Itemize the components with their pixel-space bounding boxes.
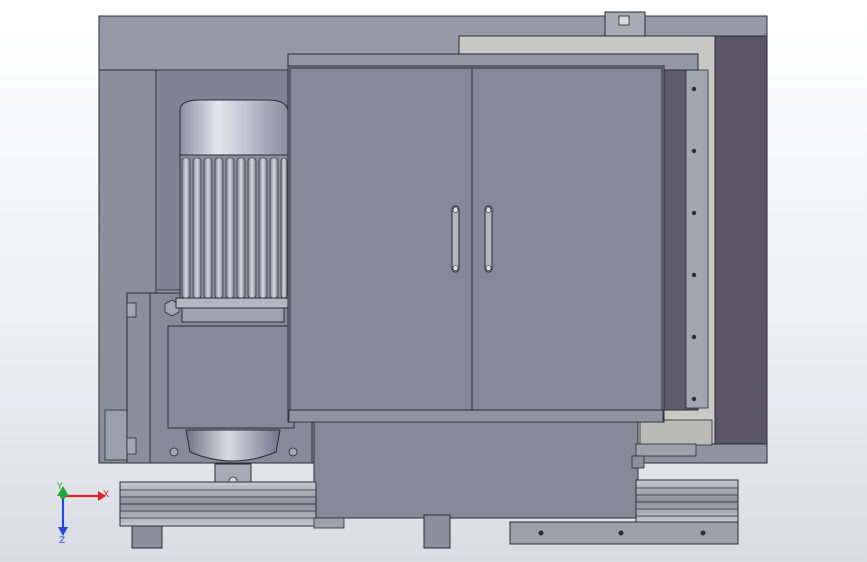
cabinet-door-left[interactable] [289, 67, 473, 411]
cabinet-door-right[interactable] [471, 67, 663, 411]
top-pipe [604, 11, 646, 37]
door-handle-right[interactable] [484, 205, 493, 273]
axis-triad: X Y Z [56, 482, 109, 546]
cad-viewport[interactable]: X Y Z [0, 0, 867, 562]
door-handle-left[interactable] [451, 205, 460, 273]
axis-x-label: X [103, 490, 109, 500]
axis-y-label: Y [56, 482, 63, 492]
motor[interactable] [175, 99, 291, 323]
axis-z-label: Z [59, 536, 65, 546]
belt-pulley-left[interactable] [119, 481, 345, 529]
